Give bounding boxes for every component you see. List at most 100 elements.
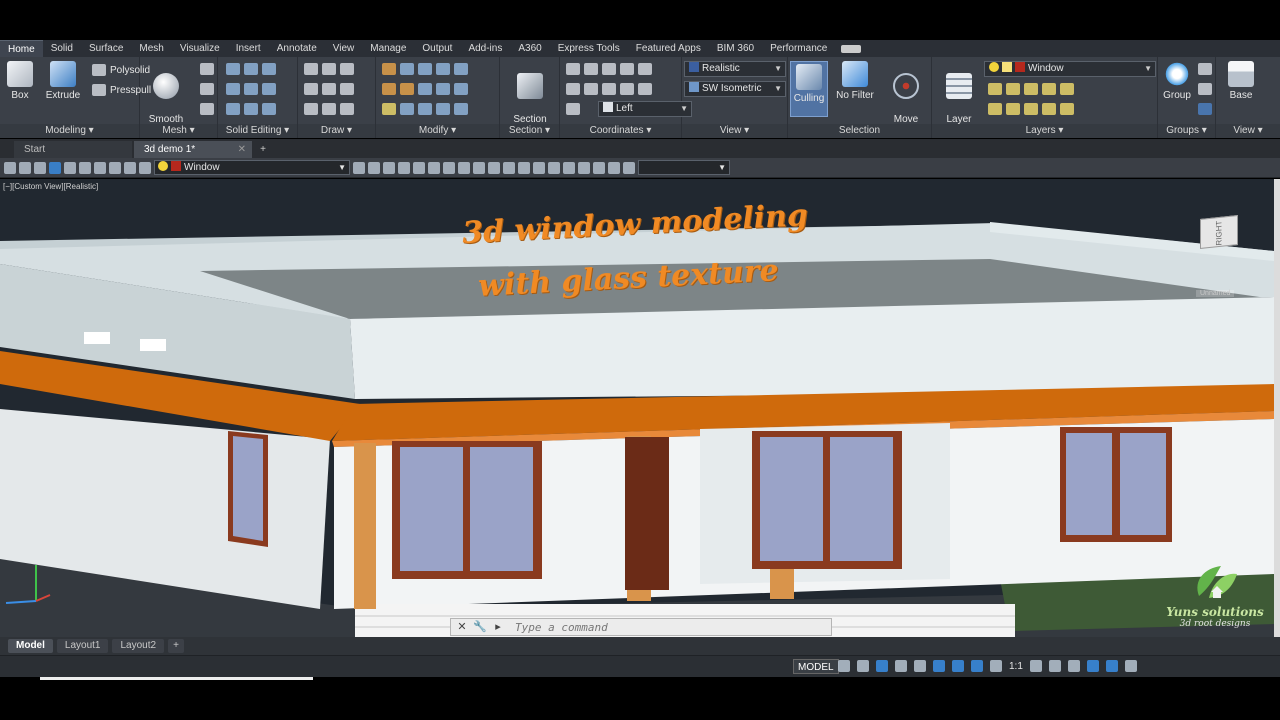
layer-tool-icon[interactable]	[1042, 83, 1056, 95]
ribbon-tab-express-tools[interactable]: Express Tools	[550, 40, 628, 57]
mesh-tool-icon[interactable]	[200, 103, 214, 115]
explode-icon[interactable]	[454, 103, 468, 115]
ucs-world-icon[interactable]	[584, 63, 598, 75]
toolbar-empty-select[interactable]: ▼	[638, 160, 730, 175]
ucs-z-axis-icon[interactable]	[620, 83, 634, 95]
extract-icon[interactable]	[262, 83, 276, 95]
separate-icon[interactable]	[262, 103, 276, 115]
toolbar-icon[interactable]	[503, 161, 515, 174]
toolbar-icon[interactable]	[623, 161, 635, 174]
fillet-edge-icon[interactable]	[262, 63, 276, 75]
toolbar-icon[interactable]	[64, 161, 76, 174]
ribbon-tab-performance[interactable]: Performance	[762, 40, 835, 57]
new-tab-button[interactable]: +	[254, 141, 272, 158]
file-tab-start[interactable]: Start	[14, 141, 132, 158]
copy-icon[interactable]	[400, 103, 414, 115]
align-icon[interactable]	[454, 63, 468, 75]
culling-button[interactable]: Culling	[790, 61, 828, 117]
view-direction-select[interactable]: SW Isometric ▼	[684, 81, 786, 97]
union-icon[interactable]	[226, 63, 240, 75]
ribbon-tab-solid[interactable]: Solid	[43, 40, 81, 57]
layer-tool-icon[interactable]	[1006, 83, 1020, 95]
toolbar-icon[interactable]	[383, 161, 395, 174]
toolbar-icon[interactable]	[443, 161, 455, 174]
3d-osnap-icon[interactable]	[933, 660, 945, 672]
mirror-icon[interactable]	[436, 83, 450, 95]
layer-tool-icon[interactable]	[1024, 83, 1038, 95]
toolbar-icon[interactable]	[124, 161, 136, 174]
layout-tab-layout2[interactable]: Layout2	[112, 639, 165, 653]
ucs-icon[interactable]	[566, 63, 580, 75]
move-icon[interactable]	[400, 63, 414, 75]
ucs-named-icon[interactable]	[566, 83, 580, 95]
ucs-face-icon[interactable]	[566, 103, 580, 115]
toolbar-icon[interactable]	[353, 161, 365, 174]
dynamic-ucs-icon[interactable]	[952, 660, 964, 672]
gear-icon[interactable]	[1029, 660, 1042, 672]
array-icon[interactable]	[436, 63, 450, 75]
panel-title-section[interactable]: Section ▾	[500, 124, 559, 138]
ribbon-tab-manage[interactable]: Manage	[362, 40, 414, 57]
ucs-3point-icon[interactable]	[638, 63, 652, 75]
mesh-tool-icon[interactable]	[200, 83, 214, 95]
ribbon-tab-home[interactable]: Home	[0, 40, 43, 57]
ribbon-options-toggle[interactable]	[841, 44, 862, 53]
toolbar-icon[interactable]	[413, 161, 425, 174]
panel-title-draw[interactable]: Draw ▾	[298, 124, 375, 138]
group-button[interactable]: Group	[1160, 61, 1194, 102]
grid-icon[interactable]	[838, 660, 850, 672]
toolbar-icon[interactable]	[139, 161, 151, 174]
panel-title-coordinates[interactable]: Coordinates ▾	[560, 124, 681, 138]
toolbar-icon[interactable]	[34, 161, 46, 174]
arc-icon[interactable]	[340, 63, 354, 75]
rotate-3d-icon[interactable]	[418, 83, 432, 95]
imprint-icon[interactable]	[244, 103, 258, 115]
toolbar-icon[interactable]	[548, 161, 560, 174]
model-space-button[interactable]: MODEL	[793, 659, 839, 674]
toolbar-icon[interactable]	[398, 161, 410, 174]
ucs-view-icon[interactable]	[638, 83, 652, 95]
layer-tool-icon[interactable]	[1060, 103, 1074, 115]
ucs-menu[interactable]: Unnamed	[1196, 290, 1235, 297]
toolbar-icon[interactable]	[533, 161, 545, 174]
stretch-icon[interactable]	[436, 103, 450, 115]
command-history-icon[interactable]: ▸	[491, 620, 505, 634]
move-3d-icon[interactable]	[418, 63, 432, 75]
layer-tool-icon[interactable]	[1024, 103, 1038, 115]
ribbon-tab-annotate[interactable]: Annotate	[269, 40, 325, 57]
toolbar-icon[interactable]	[593, 161, 605, 174]
layer-toolbar-select[interactable]: Window ▼	[154, 160, 350, 175]
ucs-z-icon[interactable]	[620, 63, 634, 75]
ribbon-tab-bim-360[interactable]: BIM 360	[709, 40, 762, 57]
polygon-icon[interactable]	[304, 103, 318, 115]
video-progress-bar[interactable]	[40, 677, 313, 680]
layer-tool-icon[interactable]	[1006, 103, 1020, 115]
hardware-acceleration-icon[interactable]	[1086, 660, 1099, 672]
ribbon-tab-surface[interactable]: Surface	[81, 40, 131, 57]
panel-title-modeling[interactable]: Modeling ▾	[0, 124, 139, 138]
toolbar-icon[interactable]	[428, 161, 440, 174]
scale-icon[interactable]	[418, 103, 432, 115]
ellipse-icon[interactable]	[340, 103, 354, 115]
panel-title-view-base[interactable]: View ▾	[1216, 124, 1280, 138]
close-icon[interactable]: ✕	[455, 620, 469, 634]
fillet-icon[interactable]	[382, 83, 396, 95]
ribbon-tab-mesh[interactable]: Mesh	[131, 40, 171, 57]
panel-title-modify[interactable]: Modify ▾	[376, 124, 499, 138]
add-layout-button[interactable]: +	[168, 639, 184, 653]
trim-icon[interactable]	[382, 63, 396, 75]
layout-tab-model[interactable]: Model	[8, 639, 53, 653]
osnap-icon[interactable]	[914, 660, 926, 672]
panel-title-mesh[interactable]: Mesh ▾	[140, 124, 217, 138]
layer-tool-icon[interactable]	[988, 103, 1002, 115]
ucs-origin-icon[interactable]	[602, 63, 616, 75]
panel-title-groups[interactable]: Groups ▾	[1158, 124, 1215, 138]
snap-icon[interactable]	[857, 660, 869, 672]
toolbar-icon[interactable]	[109, 161, 121, 174]
spline-icon[interactable]	[304, 83, 318, 95]
toolbar-icon[interactable]	[518, 161, 530, 174]
ribbon-tab-output[interactable]: Output	[414, 40, 460, 57]
slice-icon[interactable]	[244, 63, 258, 75]
ribbon-tab-featured-apps[interactable]: Featured Apps	[628, 40, 709, 57]
rotate-icon[interactable]	[400, 83, 414, 95]
